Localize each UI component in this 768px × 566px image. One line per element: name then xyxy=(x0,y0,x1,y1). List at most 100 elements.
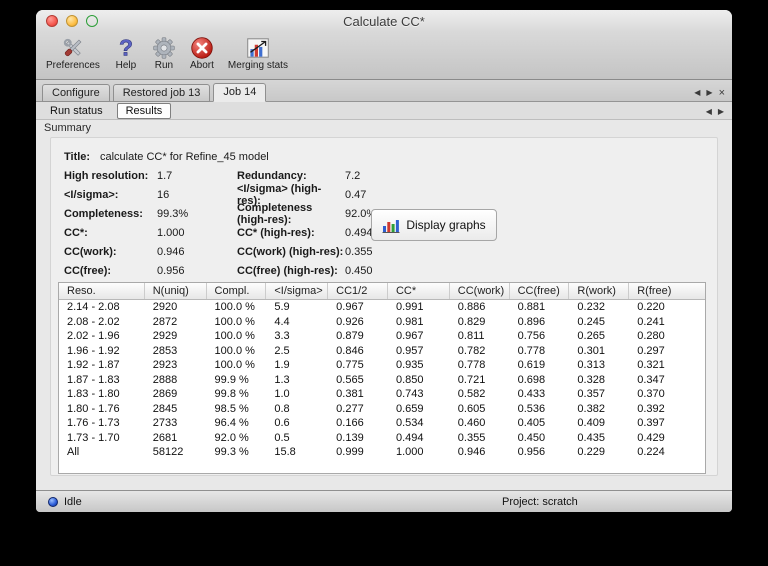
tab-scroll-right-icon[interactable]: ▶ xyxy=(706,88,712,97)
table-cell: 100.0 % xyxy=(214,315,255,328)
tab-configure[interactable]: Configure xyxy=(42,84,110,102)
tab-close-icon[interactable]: × xyxy=(719,87,725,98)
table-row[interactable]: 2.02 - 1.96 2929 100.0 % 3.3 0.879 0.967 0.811… xyxy=(59,329,705,344)
display-graphs-button[interactable]: Display graphs xyxy=(371,209,497,241)
table-row[interactable]: 1.83 - 1.80 2869 99.8 % 1.0 0.381 0.743 0.582 0… xyxy=(59,387,705,402)
table-cell: 0.582 xyxy=(457,388,486,400)
table-cell: 1.80 - 1.76 xyxy=(67,402,120,415)
table-row[interactable]: 1.87 - 1.83 2888 99.9 % 1.3 0.565 0.850 0.721 0… xyxy=(59,373,705,388)
help-icon: ? xyxy=(114,35,138,61)
summary-label: Redundancy: xyxy=(237,169,307,182)
column-header[interactable]: CC1/2 xyxy=(328,283,388,299)
table-cell: 0.6 xyxy=(274,417,290,429)
table-cell: 0.991 xyxy=(395,301,424,313)
bar-chart-icon xyxy=(382,217,400,233)
minimize-window-button[interactable] xyxy=(66,15,78,27)
table-cell: 2888 xyxy=(152,373,178,386)
summary-value: 1.7 xyxy=(157,169,173,182)
table-cell: All xyxy=(67,446,80,458)
column-header[interactable]: CC(free) xyxy=(510,283,570,299)
column-header[interactable]: R(work) xyxy=(569,283,630,299)
summary-value: 0.47 xyxy=(345,188,367,201)
column-header[interactable]: <I/sigma> xyxy=(266,283,329,299)
table-cell: 0.370 xyxy=(637,388,665,400)
summary-row: High resolution: 1.7 Redundancy: 7.2 xyxy=(64,166,717,185)
table-cell: 100.0 % xyxy=(214,359,255,371)
table-cell: 1.3 xyxy=(274,373,290,386)
table-cell: 0.220 xyxy=(637,301,665,313)
summary-value: 0.355 xyxy=(345,245,373,258)
table-cell: 2.02 - 1.96 xyxy=(67,330,120,342)
summary-label: CC(free): xyxy=(64,264,112,277)
column-header[interactable]: N(uniq) xyxy=(145,283,207,299)
column-header[interactable]: Compl. xyxy=(207,283,267,299)
table-cell: 1.96 - 1.92 xyxy=(67,344,120,357)
summary-value: 0.450 xyxy=(345,264,373,277)
toolbar-help-button[interactable]: ? Help xyxy=(114,35,138,71)
tab-run-status[interactable]: Run status xyxy=(42,104,111,118)
table-cell: 0.241 xyxy=(637,315,665,328)
table-row[interactable]: 1.92 - 1.87 2923 100.0 % 1.9 0.775 0.935 0.778… xyxy=(59,358,705,373)
table-cell: 0.565 xyxy=(336,373,364,386)
table-cell: 15.8 xyxy=(274,446,296,458)
table-row[interactable]: 1.73 - 1.70 2681 92.0 % 0.5 0.139 0.494 0.355 0… xyxy=(59,431,705,446)
table-cell: 100.0 % xyxy=(214,330,255,342)
table-cell: 0.935 xyxy=(395,359,424,371)
table-cell: 99.8 % xyxy=(214,388,249,400)
column-header[interactable]: Reso. xyxy=(59,283,145,299)
table-cell: 58122 xyxy=(152,446,184,458)
tab-results[interactable]: Results xyxy=(116,102,172,119)
table-header-row: Reso. N(uniq) Compl. <I/sigma> CC1/2 CC* CC(wo… xyxy=(59,283,705,300)
table-cell: 0.229 xyxy=(577,446,605,458)
tab-scroll-left-icon[interactable]: ◀ xyxy=(694,88,700,97)
table-cell: 1.0 xyxy=(274,388,290,400)
table-row[interactable]: 1.76 - 1.73 2733 96.4 % 0.6 0.166 0.534 0.460 0… xyxy=(59,416,705,431)
subtab-scroll-right-icon[interactable]: ▶ xyxy=(718,107,724,116)
table-cell: 0.8 xyxy=(274,402,290,415)
table-cell: 0.967 xyxy=(395,330,424,342)
titlebar[interactable]: Calculate CC* xyxy=(36,10,732,32)
toolbar-merging-stats-button[interactable]: Merging stats xyxy=(228,35,288,71)
table-row[interactable]: 2.08 - 2.02 2872 100.0 % 4.4 0.926 0.981 0.829… xyxy=(59,315,705,330)
summary-row: <I/sigma>: 16 <I/sigma> (high-res): 0.47 xyxy=(64,183,717,207)
summary-label: CC(work) (high-res): xyxy=(237,245,344,258)
table-row[interactable]: 1.96 - 1.92 2853 100.0 % 2.5 0.846 0.957 0.782… xyxy=(59,344,705,359)
results-table: Reso. N(uniq) Compl. <I/sigma> CC1/2 CC* CC(wo… xyxy=(58,282,706,474)
table-cell: 0.357 xyxy=(577,388,605,400)
zoom-window-button[interactable] xyxy=(86,15,98,27)
table-cell: 0.775 xyxy=(336,359,364,371)
summary-section-label: Summary xyxy=(44,122,92,134)
toolbar-abort-button[interactable]: Abort xyxy=(190,35,214,71)
toolbar-preferences-button[interactable]: Preferences xyxy=(46,35,100,71)
table-row[interactable]: All 58122 99.3 % 15.8 0.999 1.000 0.946 0.956 0.… xyxy=(59,445,705,460)
column-header[interactable]: CC* xyxy=(388,283,450,299)
column-header[interactable]: CC(work) xyxy=(450,283,510,299)
subtab-scroll-left-icon[interactable]: ◀ xyxy=(706,107,712,116)
table-cell: 0.829 xyxy=(457,315,486,328)
table-cell: 2872 xyxy=(152,315,178,328)
status-bar: Idle Project: scratch xyxy=(36,490,732,512)
table-cell: 0.896 xyxy=(517,315,546,328)
tab-job-14[interactable]: Job 14 xyxy=(213,83,267,102)
window-controls xyxy=(46,15,98,27)
table-cell: 2869 xyxy=(152,388,178,400)
table-cell: 0.605 xyxy=(457,402,486,415)
column-header[interactable]: R(free) xyxy=(629,283,705,299)
table-cell: 0.429 xyxy=(637,431,665,444)
toolbar-run-button[interactable]: Run xyxy=(152,35,176,71)
table-row[interactable]: 1.80 - 1.76 2845 98.5 % 0.8 0.277 0.659 0.605 0… xyxy=(59,402,705,417)
table-cell: 100.0 % xyxy=(214,301,255,313)
close-window-button[interactable] xyxy=(46,15,58,27)
table-cell: 0.956 xyxy=(517,446,546,458)
table-cell: 1.9 xyxy=(274,359,290,371)
table-cell: 2733 xyxy=(152,417,178,429)
table-row[interactable]: 2.14 - 2.08 2920 100.0 % 5.9 0.967 0.991 0.886… xyxy=(59,300,705,315)
table-cell: 100.0 % xyxy=(214,344,255,357)
table-cell: 0.460 xyxy=(457,417,486,429)
table-cell: 99.3 % xyxy=(214,446,249,458)
table-cell: 2923 xyxy=(152,359,178,371)
table-cell: 0.450 xyxy=(517,431,546,444)
tab-restored-job-13[interactable]: Restored job 13 xyxy=(112,84,211,102)
project-label: Project: scratch xyxy=(502,495,578,508)
summary-value: 1.000 xyxy=(157,226,185,239)
